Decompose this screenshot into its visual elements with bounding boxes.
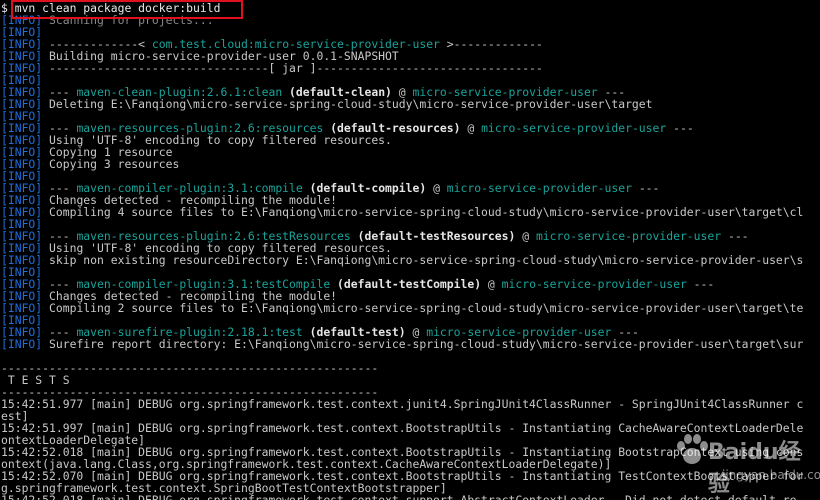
terminal-line: 15:42:52.018 [main] DEBUG org.springfram… [0, 494, 820, 500]
terminal-text: --- [666, 121, 694, 135]
terminal-line: ----------------------------------------… [0, 362, 820, 374]
terminal-text: Compiling 2 source files to E:\Fanqiong\… [49, 301, 804, 315]
terminal-line: [INFO] Scanning for projects... [0, 14, 820, 26]
terminal-text: micro-service-provider-user [535, 229, 722, 243]
terminal-text: @ [481, 277, 502, 291]
terminal-text: micro-service-provider-user [501, 277, 687, 291]
terminal-text: 15:42:51.977 [main] DEBUG org.springfram… [1, 397, 804, 411]
terminal-line: [INFO] skip non existing resourceDirecto… [0, 254, 820, 266]
terminal-text: (default-testCompile) [330, 277, 482, 291]
terminal-text: @ [515, 229, 536, 243]
terminal-text: >------------- [439, 37, 543, 51]
terminal-text: @ [426, 181, 447, 195]
terminal-line: [INFO] Copying 3 resources [0, 158, 820, 170]
terminal-output[interactable]: $ mvn clean package docker:build [INFO] S… [0, 0, 820, 500]
terminal-text: --- [686, 277, 715, 291]
terminal-text: Surefire report directory: E:\Fanqiong\m… [49, 337, 804, 351]
terminal-text: Scanning for projects... [49, 13, 214, 27]
terminal-line: [INFO] --------------------------------[… [0, 62, 820, 74]
terminal-text: --- [721, 229, 749, 243]
log-level-tag: [INFO] [1, 337, 50, 351]
terminal-text: @ [460, 121, 482, 135]
terminal-line: [INFO] Surefire report directory: E:\Fan… [0, 338, 820, 350]
terminal-text: --- [631, 181, 660, 195]
terminal-line: [INFO] Compiling 2 source files to E:\Fa… [0, 302, 820, 314]
terminal-text: micro-service-provider-user [446, 181, 632, 195]
terminal-text: Copying 3 resources [49, 157, 180, 171]
terminal-text: Deleting E:\Fanqiong\micro-service-sprin… [49, 97, 653, 111]
terminal-line: [INFO] Compiling 4 source files to E:\Fa… [0, 206, 820, 218]
terminal-text: Compiling 4 source files to E:\Fanqiong\… [49, 205, 804, 219]
terminal-line: 15:42:51.977 [main] DEBUG org.springfram… [0, 398, 820, 410]
terminal-line: [INFO] Deleting E:\Fanqiong\micro-servic… [0, 98, 820, 110]
terminal-text: 15:42:52.018 [main] DEBUG org.springfram… [1, 493, 797, 500]
terminal-text: skip non existing resourceDirectory E:\F… [49, 253, 804, 267]
terminal-text: micro-service-provider-user [481, 121, 667, 135]
terminal-text: --------------------------------[ jar ]-… [49, 61, 543, 75]
